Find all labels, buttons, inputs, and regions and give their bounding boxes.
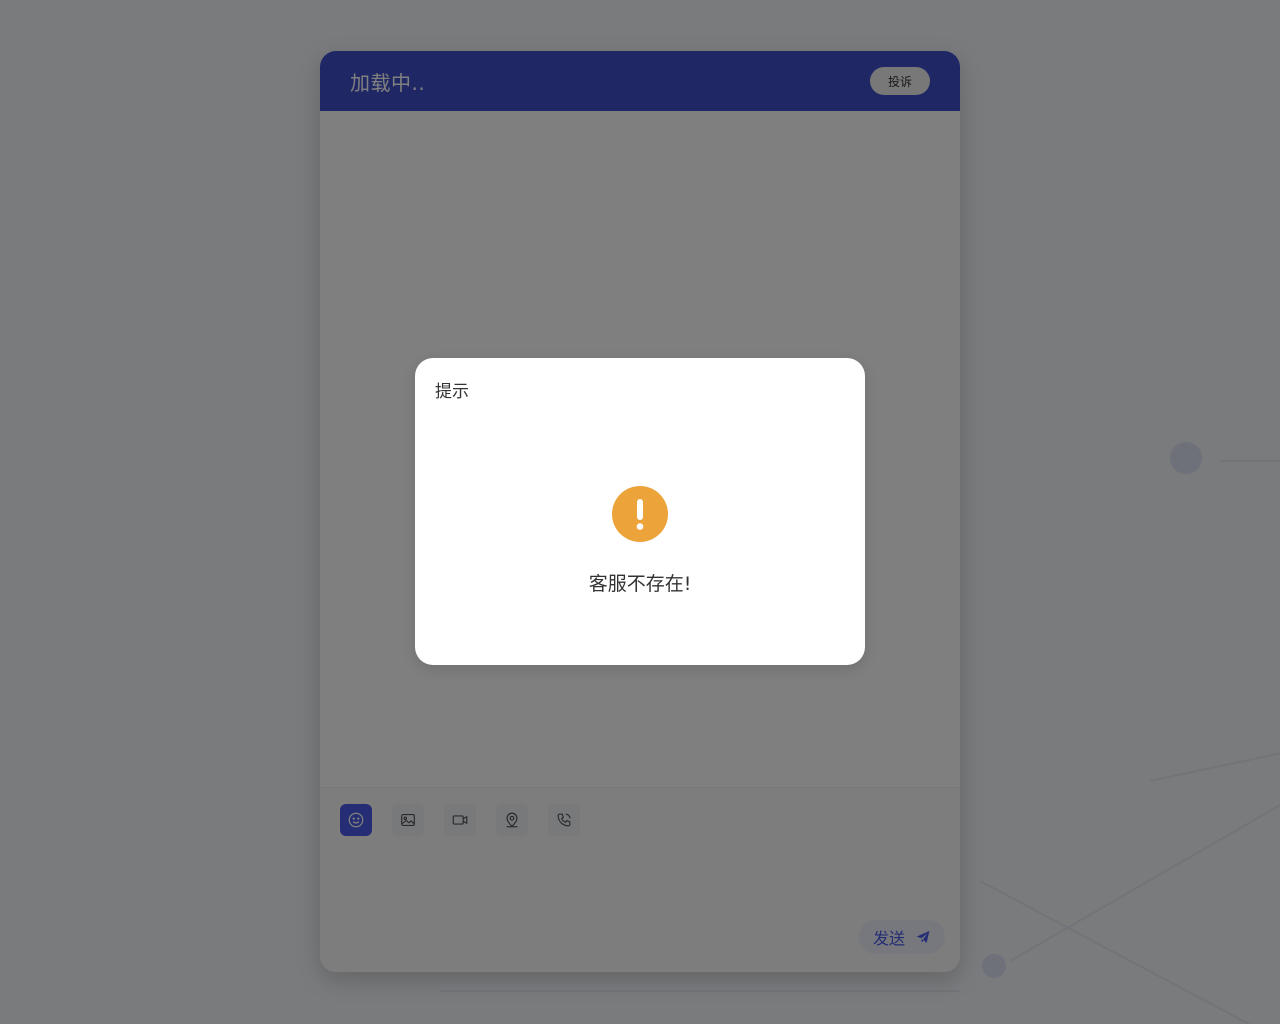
dialog-message: 客服不存在! xyxy=(588,573,692,595)
dialog-title: 提示 xyxy=(435,382,469,402)
alert-dialog: 提示 客服不存在! xyxy=(415,358,865,665)
warning-icon xyxy=(612,486,668,542)
